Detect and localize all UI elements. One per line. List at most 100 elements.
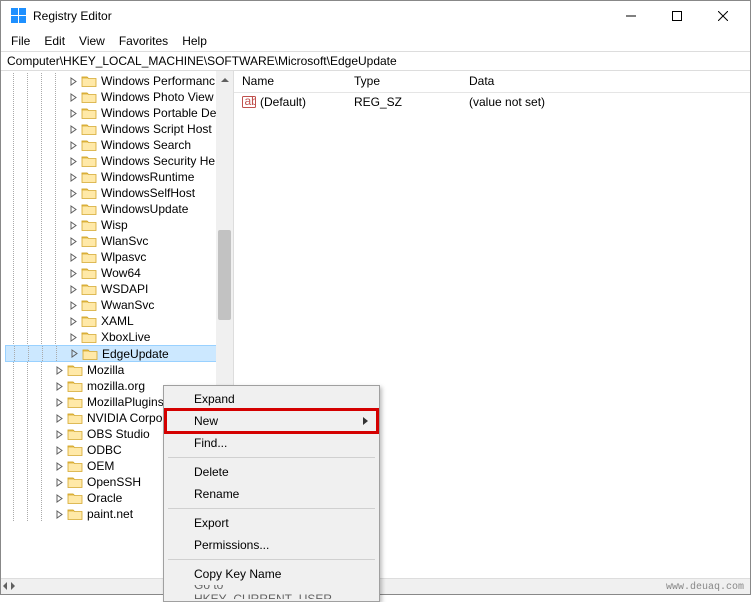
context-menu-item[interactable]: Permissions... <box>166 534 377 556</box>
expand-icon[interactable] <box>67 299 79 311</box>
context-menu-item[interactable]: New <box>166 410 377 432</box>
expand-icon[interactable] <box>53 444 65 456</box>
expand-icon[interactable] <box>67 139 79 151</box>
context-menu-item[interactable]: Rename <box>166 483 377 505</box>
menu-edit[interactable]: Edit <box>38 32 71 50</box>
folder-icon <box>67 475 83 489</box>
context-menu-item-label: Rename <box>194 487 239 501</box>
context-menu-item[interactable]: Export <box>166 512 377 534</box>
expand-icon[interactable] <box>53 492 65 504</box>
tree-item[interactable]: Windows Performanc <box>5 73 233 89</box>
context-menu-item[interactable]: Find... <box>166 432 377 454</box>
scroll-thumb[interactable] <box>218 230 231 320</box>
svg-text:ab: ab <box>245 95 257 108</box>
tree-item-label: WindowsSelfHost <box>101 186 195 200</box>
expand-icon[interactable] <box>53 380 65 392</box>
expand-icon[interactable] <box>67 283 79 295</box>
tree-item[interactable]: Mozilla <box>5 362 233 378</box>
address-bar[interactable]: Computer\HKEY_LOCAL_MACHINE\SOFTWARE\Mic… <box>1 51 750 71</box>
expand-icon[interactable] <box>53 396 65 408</box>
expand-icon[interactable] <box>67 219 79 231</box>
tree-item-label: Wlpasvc <box>101 250 146 264</box>
scroll-up-arrow-icon[interactable] <box>216 71 233 88</box>
tree-item[interactable]: Windows Script Host <box>5 121 233 137</box>
menu-bar: File Edit View Favorites Help <box>1 31 750 51</box>
folder-icon <box>67 411 83 425</box>
tree-item[interactable]: Windows Portable De <box>5 105 233 121</box>
tree-item-label: Wisp <box>101 218 128 232</box>
tree-item[interactable]: Wisp <box>5 217 233 233</box>
tree-item[interactable]: EdgeUpdate <box>5 345 233 362</box>
column-type[interactable]: Type <box>346 71 461 92</box>
expand-icon[interactable] <box>53 508 65 520</box>
tree-item[interactable]: WindowsSelfHost <box>5 185 233 201</box>
tree-item[interactable]: Wlpasvc <box>5 249 233 265</box>
expand-icon[interactable] <box>67 75 79 87</box>
expand-icon[interactable] <box>67 203 79 215</box>
column-name[interactable]: Name <box>234 71 346 92</box>
context-menu-item[interactable]: Delete <box>166 461 377 483</box>
folder-icon <box>81 282 97 296</box>
tree-item[interactable]: Wow64 <box>5 265 233 281</box>
folder-icon <box>81 234 97 248</box>
value-data: (value not set) <box>461 95 750 109</box>
folder-icon <box>81 154 97 168</box>
tree-item[interactable]: Windows Security He <box>5 153 233 169</box>
expand-icon[interactable] <box>53 364 65 376</box>
tree-item-label: Windows Portable De <box>101 106 216 120</box>
expand-icon[interactable] <box>53 460 65 472</box>
expand-icon[interactable] <box>67 267 79 279</box>
tree-item[interactable]: Windows Search <box>5 137 233 153</box>
menu-help[interactable]: Help <box>176 32 213 50</box>
expand-icon[interactable] <box>53 428 65 440</box>
tree-item[interactable]: WindowsRuntime <box>5 169 233 185</box>
expand-icon[interactable] <box>67 251 79 263</box>
context-menu-item-label: Export <box>194 516 229 530</box>
expand-icon[interactable] <box>68 348 80 360</box>
tree-item-label: mozilla.org <box>87 379 145 393</box>
expand-icon[interactable] <box>67 235 79 247</box>
folder-icon <box>82 347 98 361</box>
tree-item[interactable]: WindowsUpdate <box>5 201 233 217</box>
close-button[interactable] <box>700 1 746 31</box>
tree-item[interactable]: XAML <box>5 313 233 329</box>
expand-icon[interactable] <box>67 107 79 119</box>
expand-icon[interactable] <box>53 476 65 488</box>
context-menu-item-label: Go to HKEY_CURRENT_USER <box>194 585 353 599</box>
expand-icon[interactable] <box>67 155 79 167</box>
menu-view[interactable]: View <box>73 32 111 50</box>
context-menu-item[interactable]: Expand <box>166 388 377 410</box>
expand-icon[interactable] <box>53 412 65 424</box>
value-row[interactable]: ab (Default) REG_SZ (value not set) <box>234 93 750 111</box>
tree-item-label: Windows Security He <box>101 154 215 168</box>
expand-icon[interactable] <box>67 91 79 103</box>
expand-icon[interactable] <box>67 187 79 199</box>
menu-file[interactable]: File <box>5 32 36 50</box>
address-path: Computer\HKEY_LOCAL_MACHINE\SOFTWARE\Mic… <box>7 54 397 68</box>
scroll-right-arrow-icon[interactable] <box>9 579 17 594</box>
context-menu-item[interactable]: Copy Key Name <box>166 563 377 585</box>
tree-item[interactable]: XboxLive <box>5 329 233 345</box>
expand-icon[interactable] <box>67 331 79 343</box>
tree-item-label: Wow64 <box>101 266 141 280</box>
folder-icon <box>81 330 97 344</box>
maximize-button[interactable] <box>654 1 700 31</box>
tree-item-label: WwanSvc <box>101 298 154 312</box>
expand-icon[interactable] <box>67 123 79 135</box>
scroll-left-arrow-icon[interactable] <box>1 579 9 594</box>
tree-item[interactable]: WSDAPI <box>5 281 233 297</box>
tree-item[interactable]: Windows Photo View <box>5 89 233 105</box>
expand-icon[interactable] <box>67 315 79 327</box>
expand-icon[interactable] <box>67 171 79 183</box>
tree-item-label: Windows Performanc <box>101 74 215 88</box>
tree-item[interactable]: WwanSvc <box>5 297 233 313</box>
tree-item-label: Windows Script Host <box>101 122 212 136</box>
tree-item-label: OEM <box>87 459 114 473</box>
minimize-button[interactable] <box>608 1 654 31</box>
tree-item[interactable]: WlanSvc <box>5 233 233 249</box>
menu-favorites[interactable]: Favorites <box>113 32 174 50</box>
tree-item-label: OBS Studio <box>87 427 150 441</box>
column-data[interactable]: Data <box>461 71 750 92</box>
context-menu-separator <box>168 559 375 560</box>
context-menu-item[interactable]: Go to HKEY_CURRENT_USER <box>166 585 377 599</box>
